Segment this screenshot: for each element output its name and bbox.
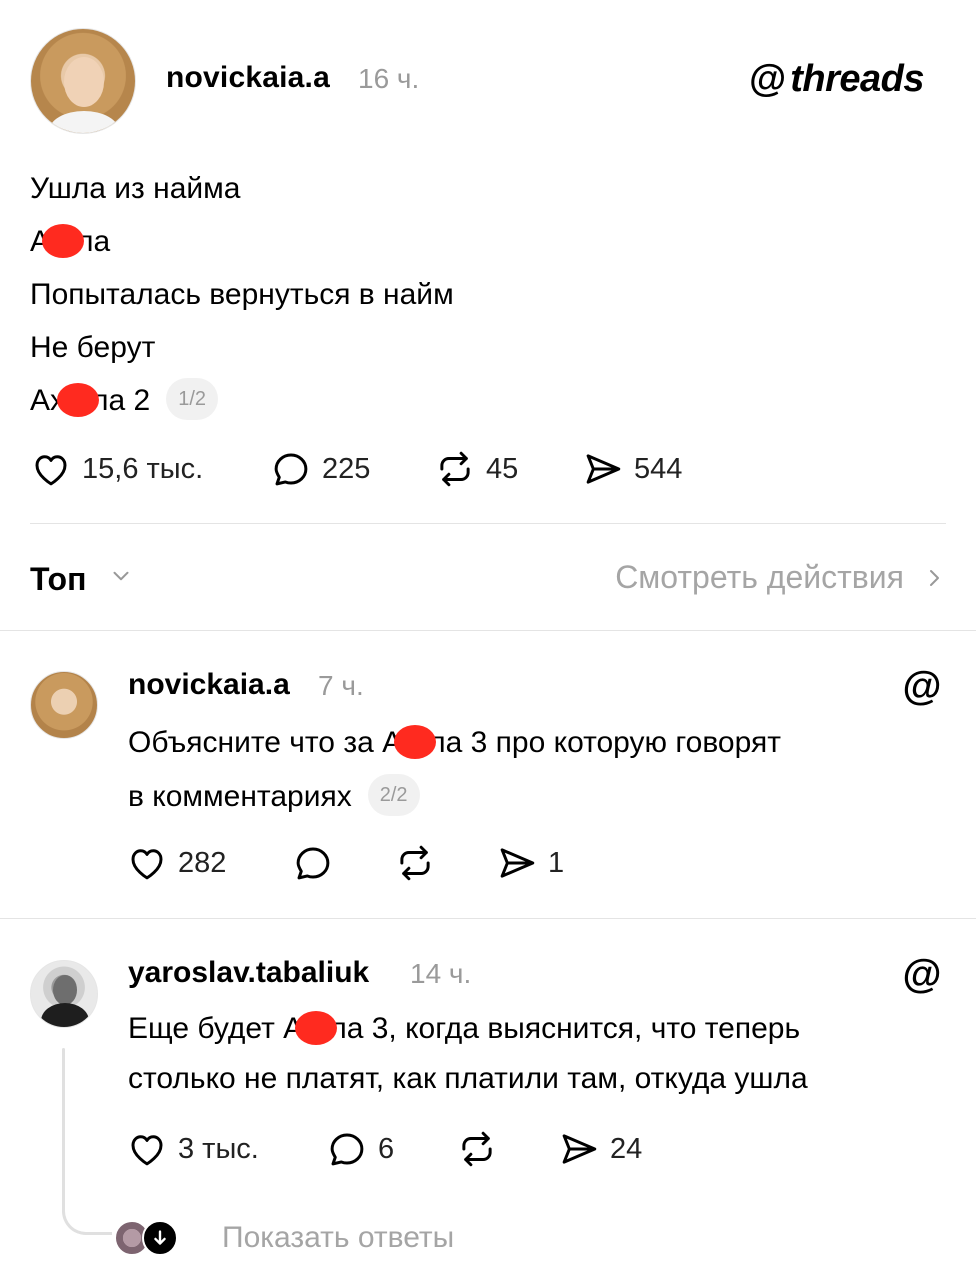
comment-button[interactable]: 225 <box>270 444 370 494</box>
reply-author-name[interactable]: novickaia.a <box>128 668 290 702</box>
redaction-mark <box>394 725 437 760</box>
send-icon <box>562 1134 597 1164</box>
reply-actions: 3 тыс. 6 24 <box>126 1124 826 1174</box>
sort-divider <box>0 630 976 631</box>
reply-text-end: ла 3 про которую говорят <box>428 726 781 759</box>
post-line-5-end: ла 2 <box>91 384 151 417</box>
thread-page-pill: 2/2 <box>367 774 420 817</box>
thread-connector-line <box>62 1048 65 1213</box>
like-count: 3 тыс. <box>178 1132 259 1165</box>
repost-button[interactable]: 45 <box>434 444 518 494</box>
avatar-shirt <box>49 111 119 133</box>
avatar-head <box>53 975 77 1005</box>
view-activity-label: Смотреть действия <box>615 559 904 595</box>
reply-avatar[interactable] <box>30 960 98 1028</box>
threads-wordmark: threads <box>790 58 924 100</box>
reply-time: 14 ч. <box>410 958 472 989</box>
comment-button[interactable] <box>292 838 334 888</box>
post-divider <box>30 523 946 524</box>
reply-avatar[interactable] <box>30 671 98 739</box>
share-count: 1 <box>548 846 565 879</box>
reply-text-line-2: в комментариях <box>128 780 352 813</box>
repost-count: 45 <box>486 452 519 485</box>
repost-button[interactable] <box>394 838 436 888</box>
post-body: Ушла из найма Ала Попыталась вернуться в… <box>30 162 946 427</box>
post-line-4: Не берут <box>30 321 946 374</box>
send-icon <box>586 454 621 484</box>
chevron-right-icon <box>930 569 939 586</box>
comment-bubble-icon <box>330 1133 364 1166</box>
reply-author-name[interactable]: yaroslav.tabaliuk <box>128 956 369 990</box>
post-header: novickaia.a 16 ч. @ threads <box>30 28 946 136</box>
share-button[interactable]: 544 <box>582 444 682 494</box>
post-line-1: Ушла из найма <box>30 162 946 215</box>
send-icon <box>500 848 535 878</box>
reply-text-start: Еще будет А <box>128 1012 304 1045</box>
comment-bubble-icon <box>296 847 330 880</box>
reply-time: 7 ч. <box>318 670 364 701</box>
share-count: 24 <box>610 1132 643 1165</box>
comment-count: 225 <box>322 452 371 485</box>
post-time: 16 ч. <box>358 63 420 94</box>
reply-text-line-2: столько не платят, как платили там, отку… <box>128 1062 808 1095</box>
chevron-down-icon[interactable] <box>108 563 134 589</box>
share-count: 544 <box>634 452 683 485</box>
post-line-2: Ала <box>30 215 946 268</box>
author-avatar[interactable] <box>30 28 136 134</box>
threads-logo-icon: @ <box>902 664 942 708</box>
share-button[interactable]: 24 <box>558 1124 642 1174</box>
post-line-1-text: Ушла из найма <box>30 172 241 205</box>
arrow-down-icon <box>142 1220 178 1256</box>
post-line-5: Ах ла 2 1/2 <box>30 374 946 427</box>
heart-icon <box>131 849 163 880</box>
sort-dropdown[interactable]: Топ <box>30 561 86 598</box>
view-activity-link[interactable]: Смотреть действия <box>615 559 946 596</box>
comment-count: 6 <box>378 1132 395 1165</box>
share-button[interactable]: 1 <box>496 838 564 888</box>
comment-bubble-icon <box>274 453 308 486</box>
reply-actions: 282 1 <box>126 838 826 888</box>
like-button[interactable]: 3 тыс. <box>126 1124 259 1174</box>
threads-logo-icon: @ <box>902 952 942 996</box>
post-author-name[interactable]: novickaia.a <box>166 61 330 95</box>
reply-text-start: Объясните что за А <box>128 726 403 759</box>
like-count: 15,6 тыс. <box>82 452 204 485</box>
show-replies-label: Показать ответы <box>222 1221 455 1254</box>
replies-sort-bar: Топ Смотреть действия <box>30 555 946 605</box>
redaction-mark <box>295 1011 338 1046</box>
repost-icon <box>462 1131 492 1167</box>
heart-icon <box>131 1135 163 1166</box>
thread-page-pill: 1/2 <box>166 378 219 421</box>
like-button[interactable]: 15,6 тыс. <box>30 444 203 494</box>
like-button[interactable]: 282 <box>126 838 226 888</box>
post-line-3-text: Попыталась вернуться в найм <box>30 278 454 311</box>
show-replies-button[interactable]: Показать ответы <box>114 1216 454 1260</box>
reply-text: Объясните что за А ла 3 про которую говор… <box>128 716 944 824</box>
repost-icon <box>400 845 430 881</box>
post-line-4-text: Не берут <box>30 331 156 364</box>
threads-logo-icon: @ <box>749 58 787 100</box>
thread-connector-curve <box>62 1195 112 1235</box>
redaction-mark <box>42 224 85 259</box>
post-line-3: Попыталась вернуться в найм <box>30 268 946 321</box>
heart-icon <box>35 455 67 486</box>
reply-text: Еще будет А ла 3, когда выяснится, что те… <box>128 1004 944 1104</box>
like-count: 282 <box>178 846 227 879</box>
reply-text-end: ла 3, когда выяснится, что теперь <box>329 1012 801 1045</box>
repost-button[interactable] <box>456 1124 498 1174</box>
threads-brand: @ threads <box>749 58 924 101</box>
redaction-mark <box>57 383 100 418</box>
avatar-face <box>64 57 104 107</box>
post-actions: 15,6 тыс. 225 45 544 <box>30 444 930 494</box>
comment-button[interactable]: 6 <box>326 1124 394 1174</box>
reply-divider <box>0 918 976 919</box>
repost-icon <box>440 451 470 487</box>
avatar-body <box>41 1003 89 1027</box>
